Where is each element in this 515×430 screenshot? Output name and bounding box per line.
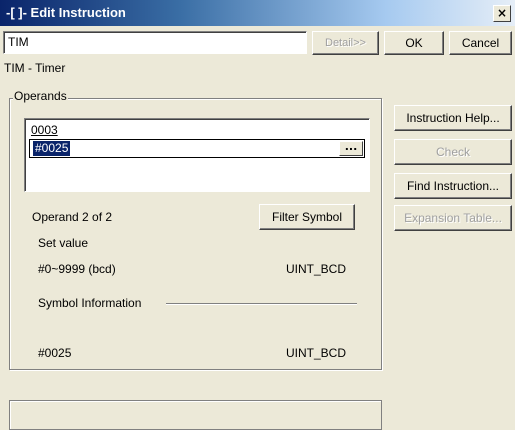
- check-button[interactable]: Check: [394, 139, 512, 165]
- symbol-information-divider: [166, 303, 357, 305]
- operand-edit-field[interactable]: #0025 ...: [29, 139, 365, 158]
- symbol-information-label: Symbol Information: [38, 296, 142, 310]
- operand-item-1[interactable]: 0003: [31, 123, 58, 137]
- window-title: -[ ]- Edit Instruction: [6, 5, 126, 20]
- title-bar[interactable]: -[ ]- Edit Instruction ×: [0, 0, 515, 26]
- symbol-type: UINT_BCD: [286, 346, 347, 360]
- edit-instruction-dialog: -[ ]- Edit Instruction × TIM Detail>> OK…: [0, 0, 515, 430]
- operand-position: Operand 2 of 2: [32, 210, 113, 224]
- set-value-range: #0~9999 (bcd): [38, 262, 116, 276]
- status-panel: [9, 400, 382, 430]
- expansion-table-button[interactable]: Expansion Table...: [394, 205, 512, 231]
- instruction-input[interactable]: TIM: [3, 31, 307, 54]
- symbol-value: #0025: [38, 346, 72, 360]
- set-value-label: Set value: [38, 236, 89, 250]
- detail-button[interactable]: Detail>>: [312, 31, 379, 55]
- instruction-description: TIM - Timer: [4, 61, 66, 75]
- close-icon[interactable]: ×: [493, 5, 511, 22]
- operand-item-2[interactable]: #0025: [33, 141, 71, 156]
- find-instruction-button[interactable]: Find Instruction...: [394, 173, 512, 199]
- instruction-input-value: TIM: [8, 35, 29, 49]
- filter-symbol-button[interactable]: Filter Symbol: [259, 204, 355, 230]
- ok-button[interactable]: OK: [384, 31, 444, 55]
- operands-group-label: Operands: [13, 89, 68, 103]
- cancel-button[interactable]: Cancel: [449, 31, 512, 55]
- browse-button[interactable]: ...: [339, 141, 363, 156]
- instruction-help-button[interactable]: Instruction Help...: [394, 105, 512, 131]
- set-value-type: UINT_BCD: [286, 262, 347, 276]
- operand-list[interactable]: 0003 #0025 ...: [24, 118, 370, 192]
